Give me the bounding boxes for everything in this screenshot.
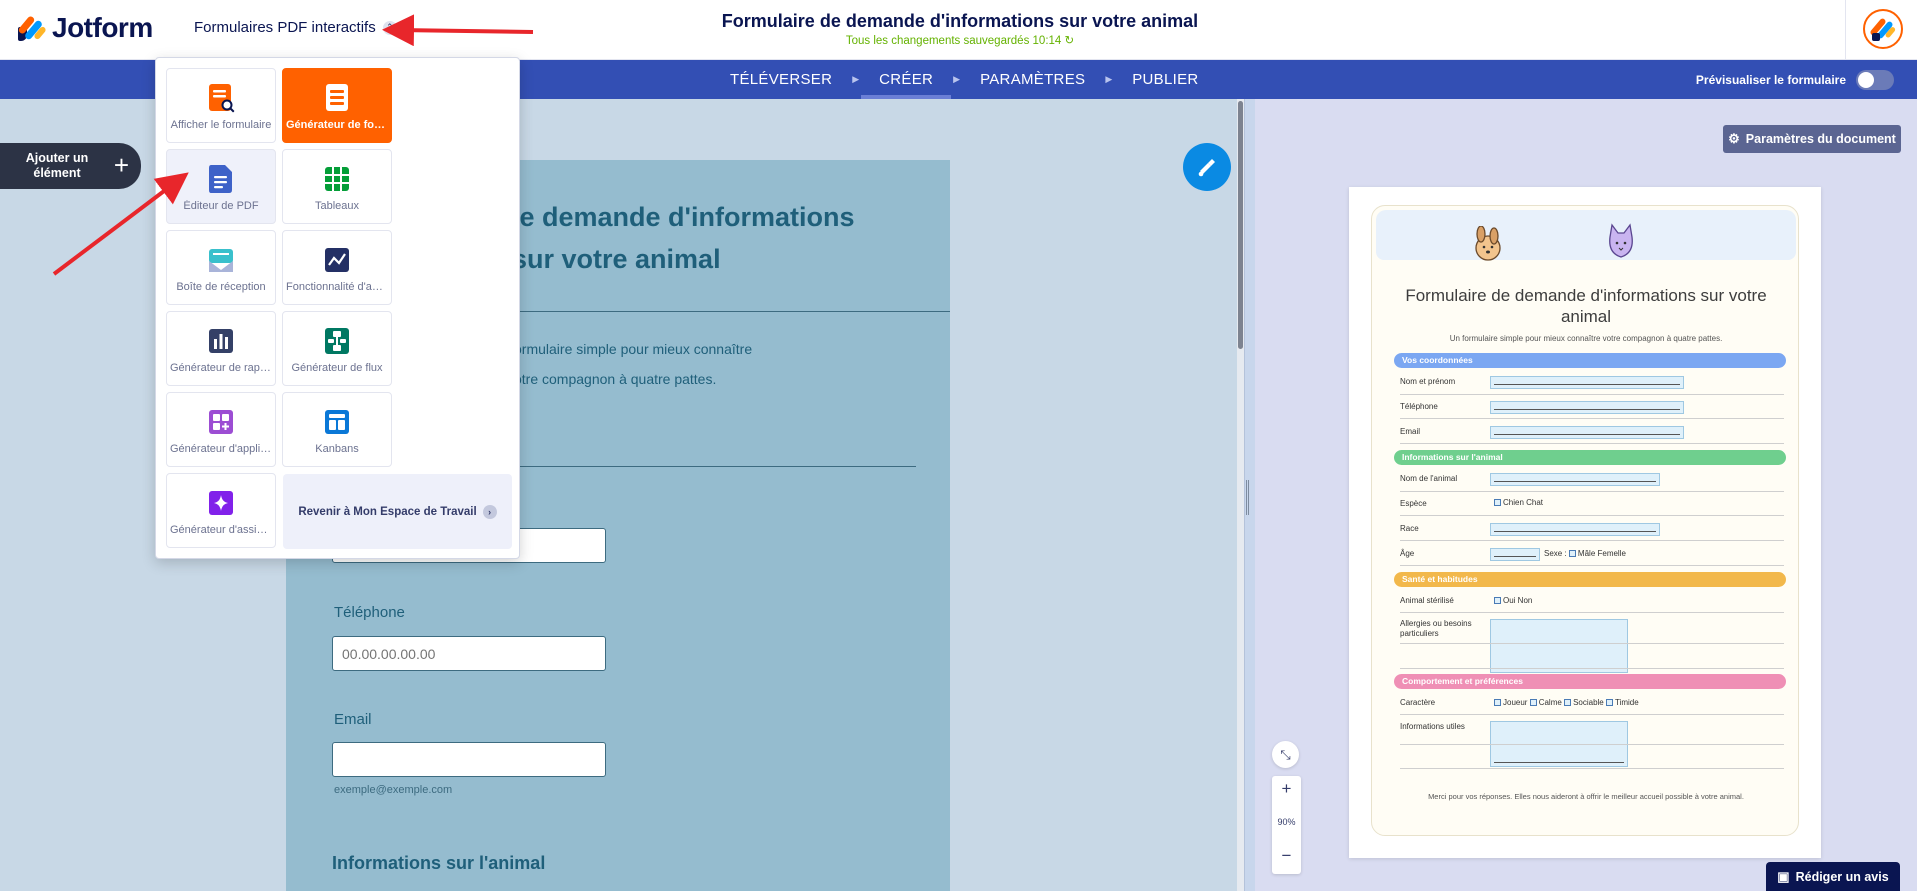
annotation-arrows xyxy=(52,14,534,276)
red-arrow-icon xyxy=(382,14,534,47)
red-arrow-icon xyxy=(52,172,189,276)
